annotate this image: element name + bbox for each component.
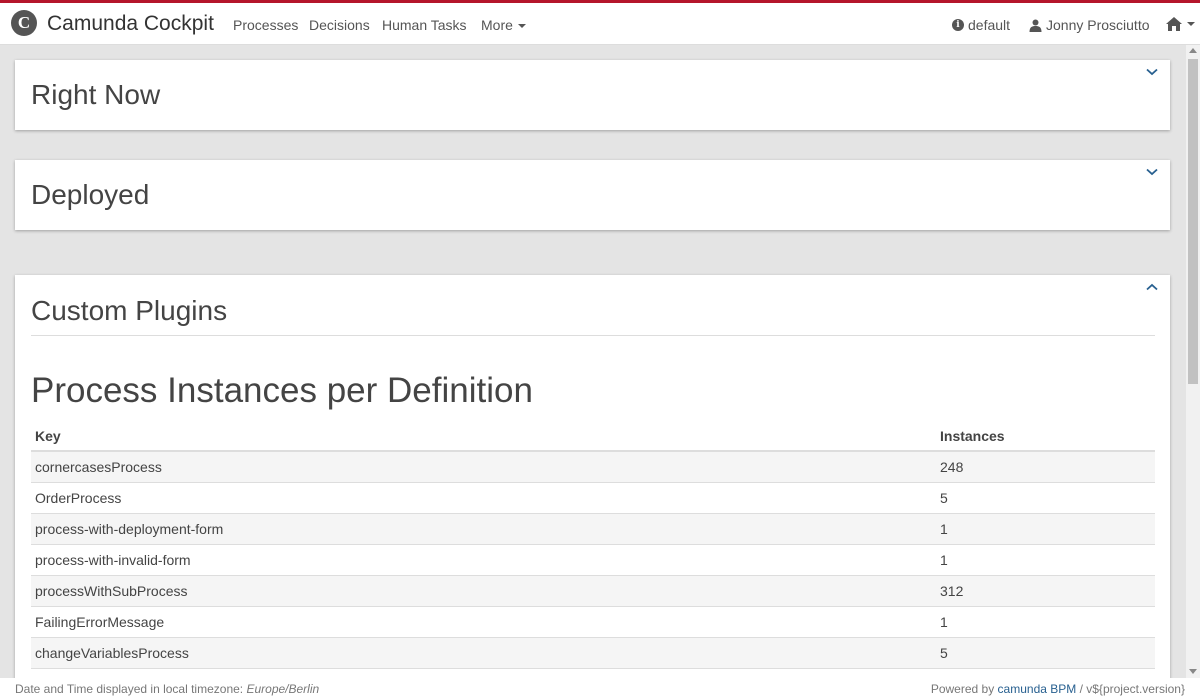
timezone-notice: Date and Time displayed in local timezon… <box>15 682 319 696</box>
top-navbar: C Camunda Cockpit Processes Decisions Hu… <box>0 3 1200 45</box>
page-scrollbar[interactable] <box>1186 45 1200 678</box>
engine-selector[interactable]: i default <box>952 17 1010 33</box>
info-icon: i <box>952 19 964 31</box>
dashboard-content: Right Now Deployed Custom Plugins Proces… <box>0 45 1186 678</box>
table-row: cornercasesProcess 248 <box>31 451 1155 483</box>
timezone-value: Europe/Berlin <box>246 682 320 696</box>
version-label: / v${project.version} <box>1079 682 1185 696</box>
panel-title-deployed: Deployed <box>31 179 150 210</box>
cell-instances: 5 <box>936 482 1155 514</box>
cell-key: cornercasesProcess <box>31 451 936 483</box>
nav-more-label: More <box>481 17 513 33</box>
chevron-down-icon[interactable] <box>1146 68 1158 76</box>
scroll-down-arrow-icon[interactable] <box>1189 669 1197 674</box>
cell-instances: 248 <box>936 451 1155 483</box>
chevron-up-icon[interactable] <box>1146 283 1158 291</box>
home-menu[interactable] <box>1166 17 1195 31</box>
cell-instances: 5 <box>936 637 1155 669</box>
nav-processes[interactable]: Processes <box>233 17 298 33</box>
scroll-up-arrow-icon[interactable] <box>1189 48 1197 53</box>
nav-more-dropdown[interactable]: More <box>481 17 526 33</box>
table-row: OrderProcess 5 <box>31 482 1155 514</box>
caret-down-icon <box>1187 22 1195 26</box>
cell-instances: 1 <box>936 513 1155 545</box>
cell-key: process-with-invalid-form <box>31 544 936 576</box>
panel-custom-plugins: Custom Plugins Process Instances per Def… <box>15 275 1170 678</box>
table-header-row: Key Instances <box>31 421 1155 452</box>
user-name: Jonny Prosciutto <box>1046 17 1150 33</box>
panel-title-custom-plugins: Custom Plugins <box>31 295 228 326</box>
table-row: process-with-deployment-form 1 <box>31 513 1155 545</box>
nav-decisions[interactable]: Decisions <box>309 17 370 33</box>
scrollbar-thumb[interactable] <box>1188 59 1198 384</box>
cell-key: FailingErrorMessage <box>31 606 936 638</box>
cell-key: processWithSubProcess <box>31 575 936 607</box>
panel-deployed: Deployed <box>15 160 1170 230</box>
cell-instances: 1 <box>936 544 1155 576</box>
camunda-bpm-link[interactable]: camunda BPM <box>998 682 1077 696</box>
cell-key: changeVariablesProcess <box>31 637 936 669</box>
powered-by-label: Powered by <box>930 682 995 696</box>
cell-key: OrderProcess <box>31 482 936 514</box>
plugin-title: Process Instances per Definition <box>31 371 533 410</box>
panel-divider <box>31 335 1155 336</box>
panel-title-right-now: Right Now <box>31 79 161 110</box>
home-icon <box>1166 17 1182 31</box>
table-row: processWithSubProcess 312 <box>31 575 1155 607</box>
engine-name: default <box>968 17 1011 33</box>
page-footer: Date and Time displayed in local timezon… <box>0 678 1200 700</box>
user-icon <box>1029 19 1042 32</box>
column-header-key[interactable]: Key <box>31 421 936 452</box>
panel-right-now: Right Now <box>15 60 1170 130</box>
caret-down-icon <box>517 24 526 29</box>
timezone-label: Date and Time displayed in local timezon… <box>15 682 244 696</box>
table-row: changeVariablesProcess 5 <box>31 637 1155 669</box>
table-row: process-with-invalid-form 1 <box>31 544 1155 576</box>
cell-instances: 1 <box>936 606 1155 638</box>
column-header-instances[interactable]: Instances <box>936 421 1155 452</box>
instances-table: Key Instances cornercasesProcess 248 Ord… <box>31 421 1155 669</box>
powered-by: Powered by camunda BPM / v${project.vers… <box>931 682 1185 696</box>
nav-human-tasks[interactable]: Human Tasks <box>382 17 467 33</box>
chevron-down-icon[interactable] <box>1146 168 1158 176</box>
user-menu[interactable]: Jonny Prosciutto <box>1029 17 1150 33</box>
table-row: FailingErrorMessage 1 <box>31 606 1155 638</box>
cell-instances: 312 <box>936 575 1155 607</box>
cell-key: process-with-deployment-form <box>31 513 936 545</box>
camunda-logo-icon[interactable]: C <box>11 10 37 36</box>
brand-title[interactable]: Camunda Cockpit <box>47 12 214 36</box>
